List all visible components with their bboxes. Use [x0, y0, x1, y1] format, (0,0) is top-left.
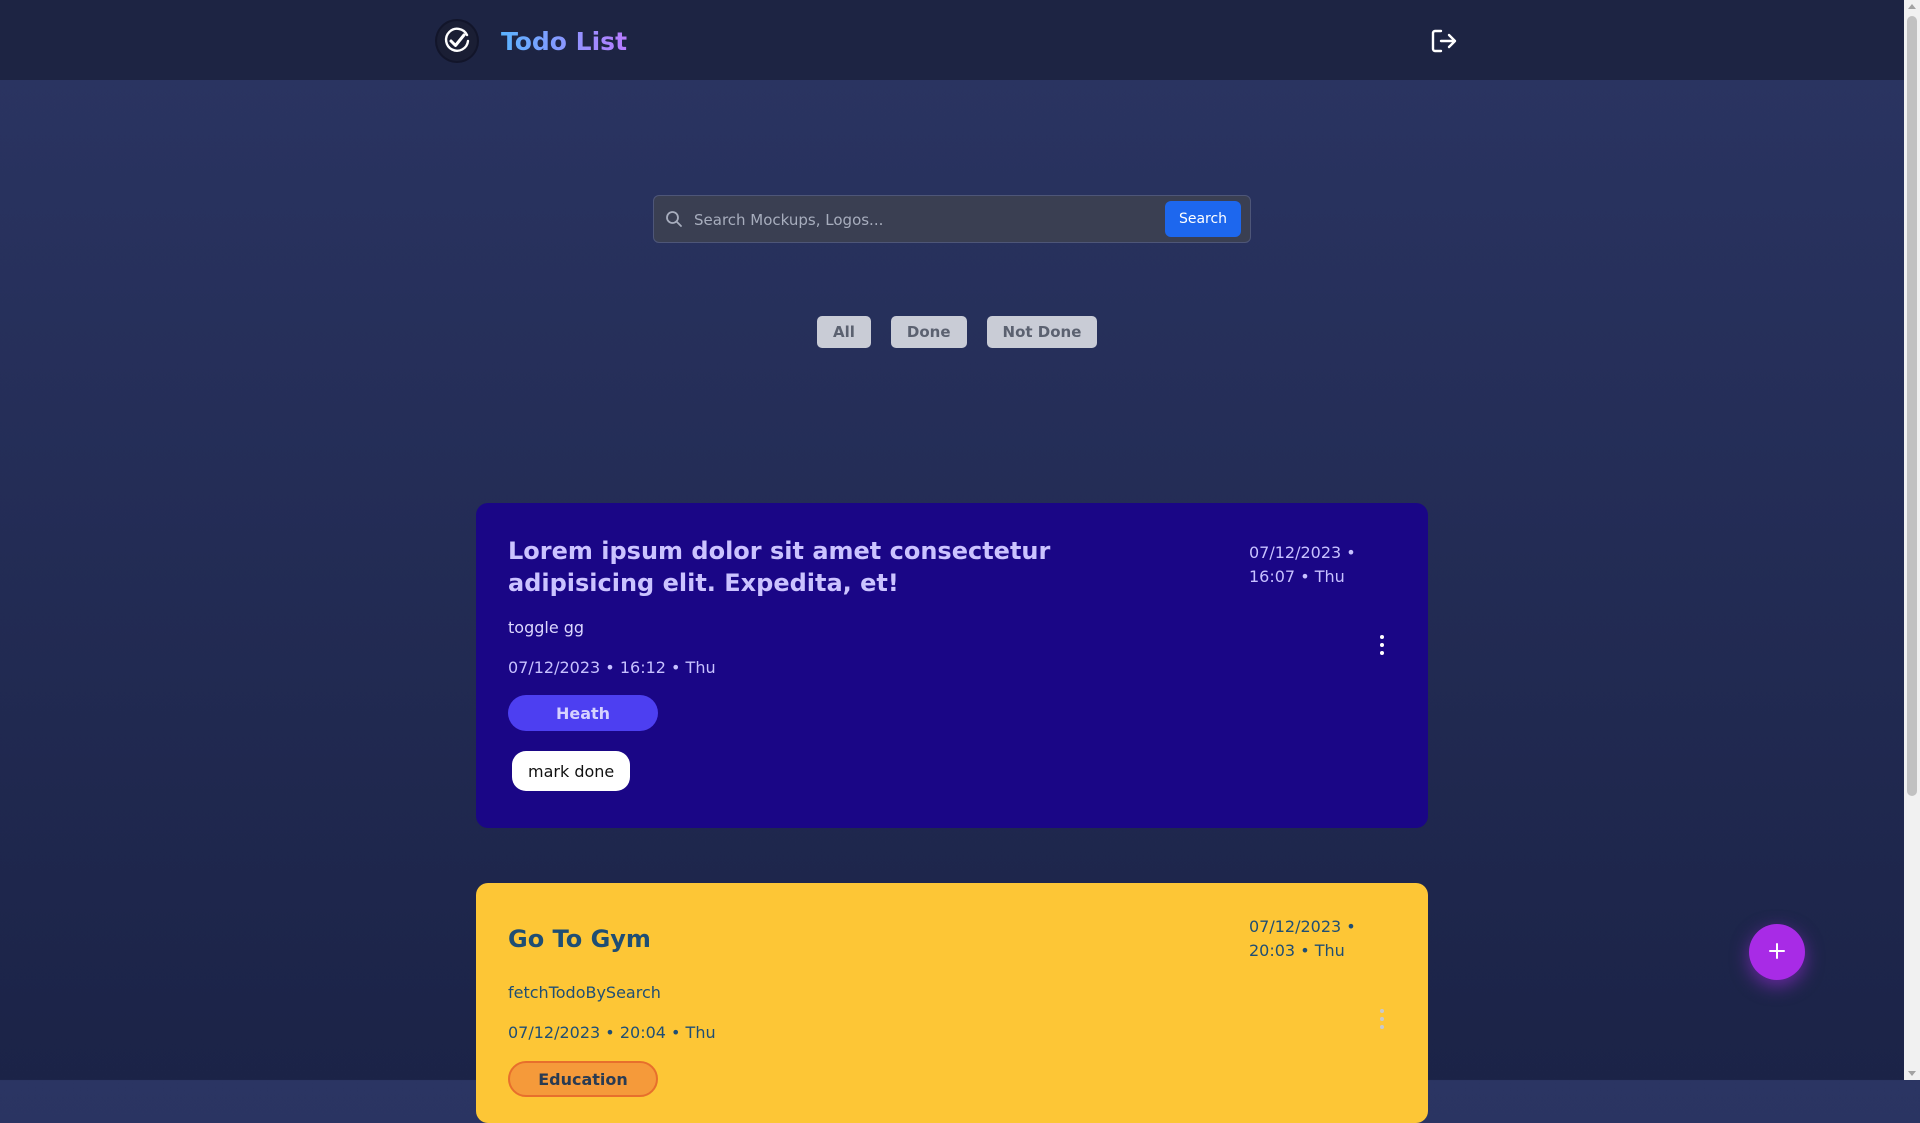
- search-button[interactable]: Search: [1165, 201, 1241, 237]
- search-input[interactable]: [692, 196, 1216, 244]
- todo-date: 07/12/2023 • 20:03 • Thu: [1249, 917, 1356, 960]
- todo-created-date: 07/12/2023 • 20:04 • Thu: [508, 1023, 716, 1042]
- todo-title: Go To Gym: [508, 925, 651, 953]
- logout-icon[interactable]: [1430, 27, 1458, 55]
- filter-all-button[interactable]: All: [817, 316, 871, 348]
- tag-badge: Heath: [508, 695, 658, 731]
- check-circle-icon: [437, 21, 477, 61]
- top-navbar: Todo List: [0, 0, 1904, 80]
- filter-not-done-button[interactable]: Not Done: [986, 316, 1098, 348]
- brand[interactable]: Todo List: [437, 21, 627, 61]
- tag-badge: Education: [508, 1061, 658, 1097]
- todo-description: fetchTodoBySearch: [508, 983, 661, 1002]
- search-bar: Search: [653, 195, 1251, 244]
- add-todo-button[interactable]: [1749, 924, 1805, 980]
- filter-group: All Done Not Done: [817, 316, 1098, 348]
- mark-done-button[interactable]: mark done: [512, 751, 631, 791]
- scroll-up-icon[interactable]: [1908, 4, 1916, 9]
- plus-icon: [1767, 941, 1787, 964]
- more-options-icon[interactable]: [1374, 1007, 1390, 1031]
- search-icon: [665, 210, 683, 228]
- todo-title: Lorem ipsum dolor sit amet consectetur a…: [508, 537, 1051, 597]
- todo-created-date: 07/12/2023 • 16:12 • Thu: [508, 658, 716, 677]
- scroll-down-icon[interactable]: [1908, 1071, 1916, 1076]
- scrollbar[interactable]: [1904, 0, 1920, 1080]
- todo-card[interactable]: Go To Gym 07/12/2023 • 20:03 • Thu fetch…: [476, 883, 1428, 1123]
- filter-done-button[interactable]: Done: [890, 316, 967, 348]
- todo-date: 07/12/2023 • 16:07 • Thu: [1249, 543, 1356, 586]
- scroll-thumb[interactable]: [1907, 16, 1917, 796]
- more-options-icon[interactable]: [1374, 633, 1390, 657]
- app-title: Todo List: [501, 26, 628, 56]
- todo-card[interactable]: Lorem ipsum dolor sit amet consectetur a…: [476, 503, 1428, 828]
- todo-description: toggle gg: [508, 618, 585, 637]
